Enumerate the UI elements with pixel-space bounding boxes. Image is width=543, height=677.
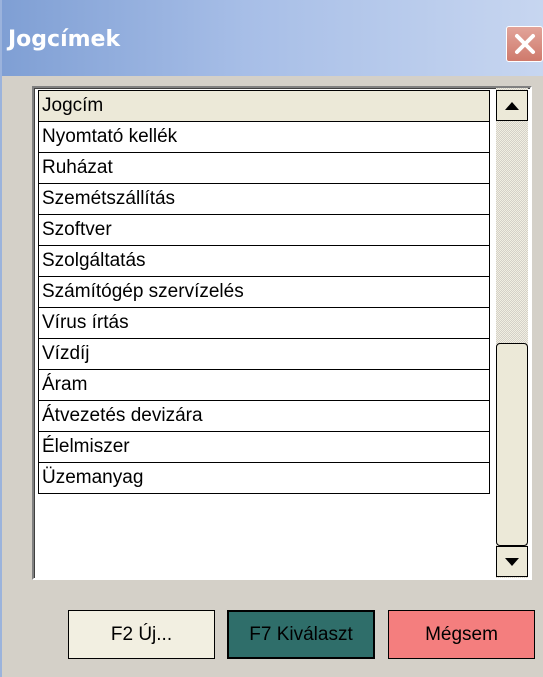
list-item[interactable]: Szemétszállítás [38, 184, 490, 215]
arrow-up-icon [505, 101, 519, 110]
list-item[interactable]: Vírus írtás [38, 308, 490, 339]
list-item[interactable]: Ruházat [38, 153, 490, 184]
arrow-down-icon [505, 557, 519, 566]
scrollbar-thumb[interactable] [496, 343, 528, 546]
list-item[interactable]: Vízdíj [38, 339, 490, 370]
close-button[interactable] [506, 26, 543, 62]
list-item[interactable]: Áram [38, 370, 490, 401]
scroll-up-button[interactable] [496, 90, 528, 121]
list-item[interactable]: Szolgáltatás [38, 246, 490, 277]
column-header[interactable]: Jogcím [38, 90, 490, 122]
vertical-scrollbar[interactable] [496, 88, 528, 578]
list-item[interactable]: Nyomtató kellék [38, 122, 490, 153]
list-item[interactable]: Átvezetés devizára [38, 401, 490, 432]
new-button[interactable]: F2 Új... [68, 610, 215, 659]
category-list: Jogcím Nyomtató kellék Ruházat Szemétszá… [32, 86, 532, 580]
close-icon [514, 34, 535, 54]
cancel-button[interactable]: Mégsem [388, 610, 535, 659]
window-title: Jogcímek [8, 27, 121, 52]
list-item[interactable]: Számítógép szervízelés [38, 277, 490, 308]
list-item[interactable]: Szoftver [38, 215, 490, 246]
title-bar[interactable]: Jogcímek [2, 0, 543, 76]
category-list-rows: Jogcím Nyomtató kellék Ruházat Szemétszá… [38, 90, 490, 494]
list-item[interactable]: Élelmiszer [38, 432, 490, 463]
list-item[interactable]: Üzemanyag [38, 463, 490, 494]
dialog-window: Jogcímek Jogcím Nyomtató kellék Ruházat … [0, 0, 543, 677]
scroll-down-button[interactable] [496, 546, 528, 577]
select-button[interactable]: F7 Kiválaszt [227, 610, 375, 659]
